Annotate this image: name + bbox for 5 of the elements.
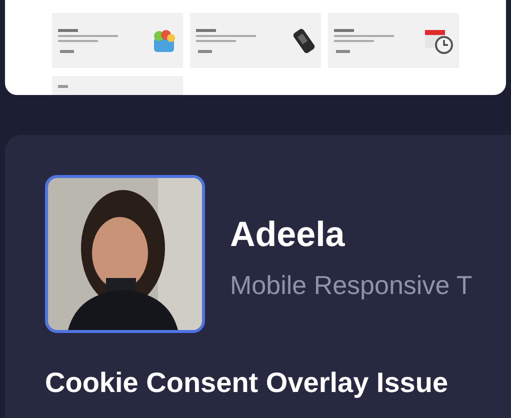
profile-name: Adeela [230,214,346,256]
calendar-clock-icon [423,28,453,54]
issue-title: Cookie Consent Overlay Issue [45,367,448,398]
profile-subtitle: Mobile Responsive T [230,268,472,302]
basket-icon [151,28,177,52]
